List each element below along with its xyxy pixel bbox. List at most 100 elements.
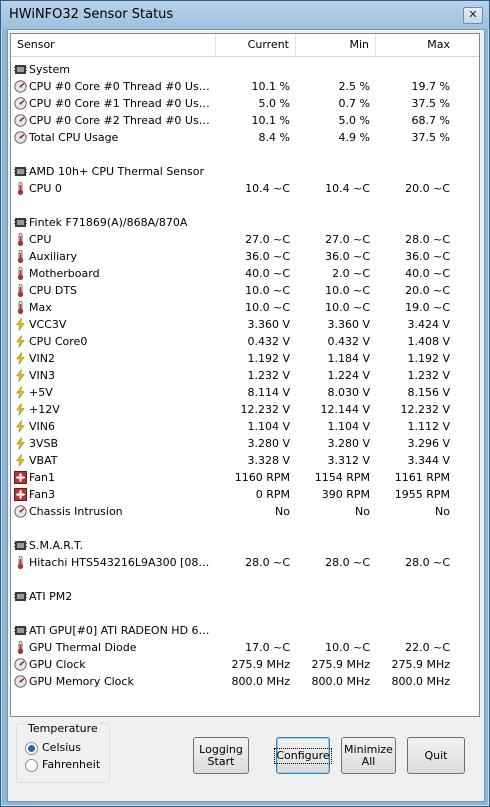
quit-button[interactable]: Quit [407, 737, 465, 774]
sensor-row[interactable]: Motherboard 40.0 ~C 2.0 ~C 40.0 ~C [11, 265, 479, 282]
minimize-all-button[interactable]: Minimize All [341, 737, 396, 774]
max-value: 37.5 % [411, 97, 450, 110]
current-value: 10.4 ~C [245, 182, 290, 195]
current-value: 0 RPM [255, 488, 290, 501]
sensor-name: Chassis Intrusion [29, 505, 123, 518]
current-value: 12.232 V [240, 403, 290, 416]
min-value: 800.0 MHz [311, 675, 370, 688]
celsius-option[interactable]: Celsius [25, 740, 81, 756]
sensor-name: 3VSB [29, 437, 59, 450]
sensor-row[interactable]: GPU Memory Clock 800.0 MHz 800.0 MHz 800.0 … [11, 673, 479, 690]
sensor-name: Fan3 [29, 488, 56, 501]
current-value: 1160 RPM [234, 471, 290, 484]
lightning-icon [14, 454, 27, 467]
configure-label: Configure [274, 747, 332, 764]
sensor-name: GPU Clock [29, 658, 86, 671]
sensor-name: VBAT [29, 454, 58, 467]
min-value: 36.0 ~C [325, 250, 370, 263]
max-value: No [435, 505, 450, 518]
sensor-group-row[interactable]: AMD 10h+ CPU Thermal Sensor [11, 163, 479, 180]
current-value: 1.232 V [247, 369, 290, 382]
sensor-group-row[interactable]: ATI GPU[#0] ATI RADEON HD 6530... [11, 622, 479, 639]
title-bar[interactable]: HWiNFO32 Sensor Status ✕ [1, 1, 489, 29]
sensor-row[interactable]: VIN3 1.232 V 1.224 V 1.232 V [11, 367, 479, 384]
min-value: 27.0 ~C [325, 233, 370, 246]
min-value: 275.9 MHz [311, 658, 370, 671]
fahrenheit-option[interactable]: Fahrenheit [25, 757, 100, 773]
fahrenheit-radio[interactable] [25, 758, 38, 772]
sensor-row[interactable]: VBAT 3.328 V 3.312 V 3.344 V [11, 452, 479, 469]
current-value: No [275, 505, 290, 518]
sensor-name: Total CPU Usage [29, 131, 119, 144]
min-value: 10.0 ~C [325, 284, 370, 297]
client-area: Sensor Current Min Max System CPU #0 Core… [7, 29, 485, 802]
current-value: 275.9 MHz [231, 658, 290, 671]
sensor-row[interactable]: CPU #0 Core #2 Thread #0 Usage 10.1 % 5.0 … [11, 112, 479, 129]
sensor-row[interactable]: VIN6 1.104 V 1.104 V 1.112 V [11, 418, 479, 435]
min-value: No [355, 505, 370, 518]
close-button[interactable]: ✕ [463, 7, 483, 24]
sensor-row[interactable]: VIN2 1.192 V 1.184 V 1.192 V [11, 350, 479, 367]
sensor-group-row[interactable]: ATI PM2 [11, 588, 479, 605]
sensor-row[interactable]: Total CPU Usage 8.4 % 4.9 % 37.5 % [11, 129, 479, 146]
current-value: 28.0 ~C [245, 556, 290, 569]
sensor-row[interactable]: GPU Clock 275.9 MHz 275.9 MHz 275.9 MHz [11, 656, 479, 673]
sensor-row[interactable]: CPU 0 10.4 ~C 10.4 ~C 20.0 ~C [11, 180, 479, 197]
sensor-name: VIN6 [29, 420, 55, 433]
sensor-row[interactable]: +12V 12.232 V 12.144 V 12.232 V [11, 401, 479, 418]
sensor-row[interactable]: 3VSB 3.280 V 3.280 V 3.296 V [11, 435, 479, 452]
blank-row [11, 146, 479, 163]
current-value: 1.192 V [247, 352, 290, 365]
max-value: 3.296 V [407, 437, 450, 450]
sensor-name: VCC3V [29, 318, 67, 331]
thermometer-icon [14, 284, 27, 297]
logging-start-button[interactable]: Logging Start [193, 737, 249, 774]
sensor-row[interactable]: CPU DTS 10.0 ~C 10.0 ~C 20.0 ~C [11, 282, 479, 299]
current-value: 3.280 V [247, 437, 290, 450]
sensor-name: ATI GPU[#0] ATI RADEON HD 6530... [29, 624, 214, 637]
chip-icon [14, 165, 27, 178]
sensor-row[interactable]: CPU #0 Core #0 Thread #0 Usage 10.1 % 2.5 … [11, 78, 479, 95]
sensor-row[interactable]: VCC3V 3.360 V 3.360 V 3.424 V [11, 316, 479, 333]
sensor-name: Max [29, 301, 52, 314]
sensor-group-row[interactable]: S.M.A.R.T. [11, 537, 479, 554]
sensor-row[interactable]: Auxiliary 36.0 ~C 36.0 ~C 36.0 ~C [11, 248, 479, 265]
sensor-row[interactable]: GPU Thermal Diode 17.0 ~C 10.0 ~C 22.0 ~C [11, 639, 479, 656]
current-value: 8.114 V [247, 386, 290, 399]
chip-icon [14, 590, 27, 603]
sensor-name: +5V [29, 386, 53, 399]
lightning-icon [14, 437, 27, 450]
celsius-radio[interactable] [25, 741, 38, 755]
current-value: 3.360 V [247, 318, 290, 331]
blank-row [11, 197, 479, 214]
min-value: 3.360 V [327, 318, 370, 331]
sensor-group-row[interactable]: Fintek F71869(A)/868A/870A [11, 214, 479, 231]
sensor-row[interactable]: CPU 27.0 ~C 27.0 ~C 28.0 ~C [11, 231, 479, 248]
sensor-row[interactable]: Chassis Intrusion No No No [11, 503, 479, 520]
current-value: 40.0 ~C [245, 267, 290, 280]
sensor-row[interactable]: Max 10.0 ~C 10.0 ~C 19.0 ~C [11, 299, 479, 316]
max-value: 12.232 V [400, 403, 450, 416]
min-value: 0.7 % [338, 97, 370, 110]
column-header-current[interactable]: Current [216, 34, 296, 56]
sensor-row[interactable]: Fan1 1160 RPM 1154 RPM 1161 RPM [11, 469, 479, 486]
sensor-row[interactable]: Fan3 0 RPM 390 RPM 1955 RPM [11, 486, 479, 503]
sensor-row[interactable]: CPU Core0 0.432 V 0.432 V 1.408 V [11, 333, 479, 350]
sensor-row[interactable]: CPU #0 Core #1 Thread #0 Usage 5.0 % 0.7 %… [11, 95, 479, 112]
current-value: 3.328 V [247, 454, 290, 467]
sensor-row[interactable]: Hitachi HTS543216L9A300 [081115... 28.0 ~… [11, 554, 479, 571]
sensor-row[interactable]: +5V 8.114 V 8.030 V 8.156 V [11, 384, 479, 401]
column-header-max[interactable]: Max [376, 34, 456, 56]
sensor-name: Hitachi HTS543216L9A300 [081115... [29, 556, 214, 569]
lightning-icon [14, 352, 27, 365]
sensor-list[interactable]: Sensor Current Min Max System CPU #0 Core… [10, 33, 480, 717]
min-value: 5.0 % [338, 114, 370, 127]
sensor-name: Fintek F71869(A)/868A/870A [29, 216, 188, 229]
quit-label: Quit [424, 748, 448, 762]
sensor-group-row[interactable]: System [11, 61, 479, 78]
column-header-min[interactable]: Min [296, 34, 376, 56]
configure-button[interactable]: Configure [274, 737, 332, 774]
max-value: 1.192 V [407, 352, 450, 365]
column-header-sensor[interactable]: Sensor [11, 34, 216, 56]
sensor-name: GPU Memory Clock [29, 675, 134, 688]
